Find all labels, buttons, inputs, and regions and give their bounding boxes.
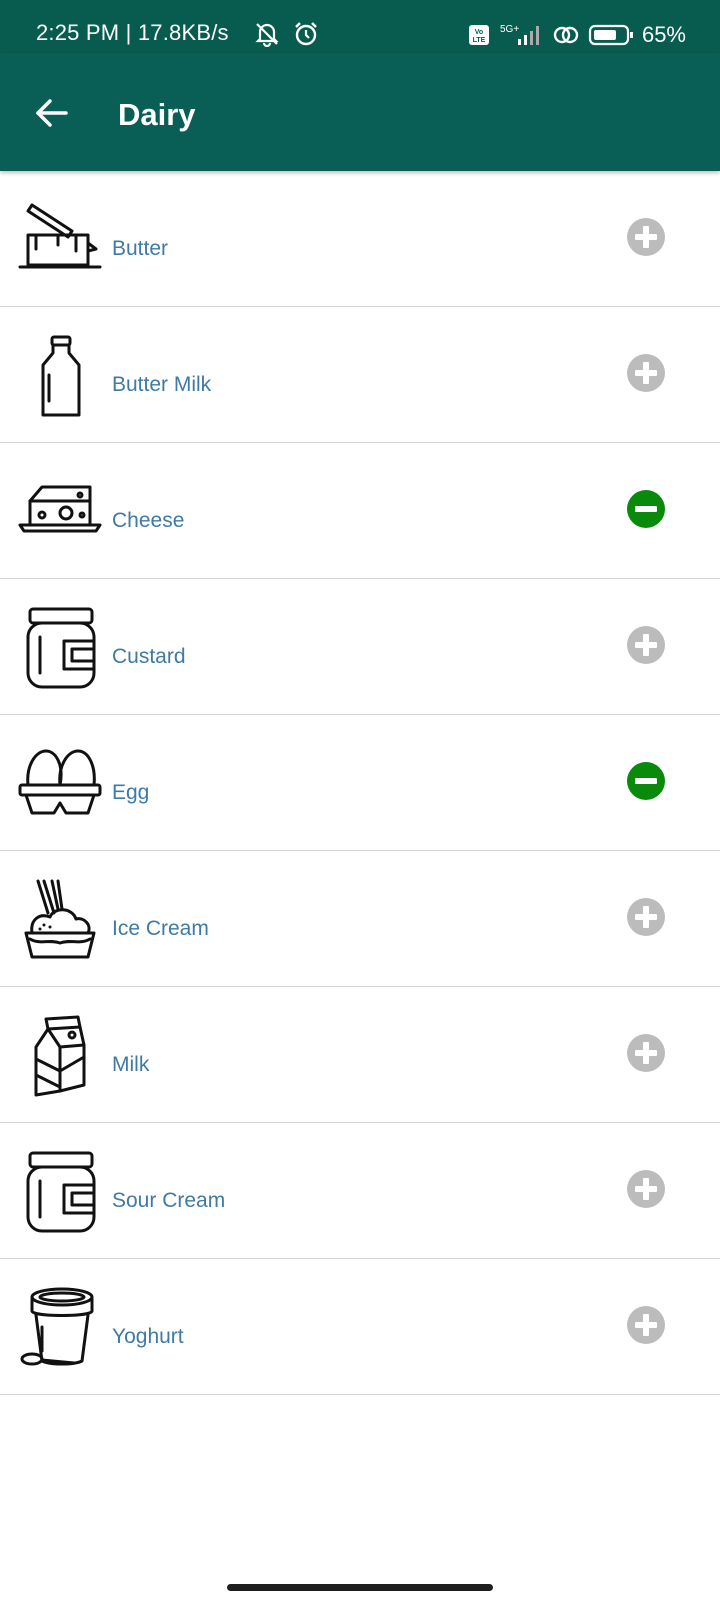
status-icons: Vo LTE 5G+ 65% xyxy=(468,20,686,50)
ice-cream-icon xyxy=(24,879,96,959)
jar-icon xyxy=(26,1151,96,1233)
item-label: Ice Cream xyxy=(112,917,209,940)
butter-icon xyxy=(18,203,102,269)
status-bar: 2:25 PM | 17.8KB/s Vo LTE 5G+ 65% xyxy=(0,0,720,53)
link-icon xyxy=(553,26,579,44)
remove-button[interactable] xyxy=(627,490,665,528)
item-label: Custard xyxy=(112,645,186,668)
milk-bottle-icon xyxy=(41,335,81,417)
item-label: Sour Cream xyxy=(112,1189,226,1212)
egg-carton-icon xyxy=(18,749,102,815)
bell-muted-icon xyxy=(255,23,279,47)
list-item-milk[interactable]: Milk xyxy=(0,987,720,1123)
item-label: Egg xyxy=(112,781,150,804)
cheese-icon xyxy=(18,485,102,533)
add-button[interactable] xyxy=(627,1170,665,1208)
minus-icon xyxy=(635,506,657,512)
milk-carton-icon xyxy=(34,1015,86,1097)
list-item-egg[interactable]: Egg xyxy=(0,715,720,851)
item-label: Butter xyxy=(112,237,169,260)
remove-button[interactable] xyxy=(627,762,665,800)
item-label: Yoghurt xyxy=(112,1325,184,1348)
alarm-clock-icon xyxy=(295,22,317,46)
add-button[interactable] xyxy=(627,354,665,392)
item-label: Butter Milk xyxy=(112,373,212,396)
battery-percentage: 65% xyxy=(641,22,686,47)
home-indicator[interactable] xyxy=(227,1584,493,1591)
arrow-left-icon xyxy=(36,99,68,127)
yoghurt-icon xyxy=(20,1287,94,1366)
signal-5g-icon: 5G+ xyxy=(500,24,539,45)
status-time: 2:25 PM | 17.8KB/s xyxy=(36,20,229,45)
list-item-cheese[interactable]: Cheese xyxy=(0,443,720,579)
battery-icon xyxy=(588,24,633,46)
add-button[interactable] xyxy=(627,626,665,664)
item-label: Milk xyxy=(112,1053,150,1076)
list-item-ice-cream[interactable]: Ice Cream xyxy=(0,851,720,987)
minus-icon xyxy=(635,778,657,784)
list-item-butter-milk[interactable]: Butter Milk xyxy=(0,307,720,443)
back-button[interactable] xyxy=(30,93,74,133)
app-bar: Dairy xyxy=(0,53,720,171)
add-button[interactable] xyxy=(627,1306,665,1344)
add-button[interactable] xyxy=(627,218,665,256)
svg-text:LTE: LTE xyxy=(473,37,486,44)
volte-icon: Vo LTE xyxy=(468,25,489,45)
add-button[interactable] xyxy=(627,1034,665,1072)
list-item-yoghurt[interactable]: Yoghurt xyxy=(0,1259,720,1395)
list-item-sour-cream[interactable]: Sour Cream xyxy=(0,1123,720,1259)
dairy-list: Butter Butter Milk Cheese Custard Egg Ic… xyxy=(0,171,720,1395)
page-title: Dairy xyxy=(118,97,196,132)
list-item-butter[interactable]: Butter xyxy=(0,171,720,307)
add-button[interactable] xyxy=(627,898,665,936)
list-item-custard[interactable]: Custard xyxy=(0,579,720,715)
network-label: 5G+ xyxy=(500,24,519,35)
jar-icon xyxy=(26,607,96,689)
item-label: Cheese xyxy=(112,509,185,532)
svg-text:Vo: Vo xyxy=(475,29,483,36)
